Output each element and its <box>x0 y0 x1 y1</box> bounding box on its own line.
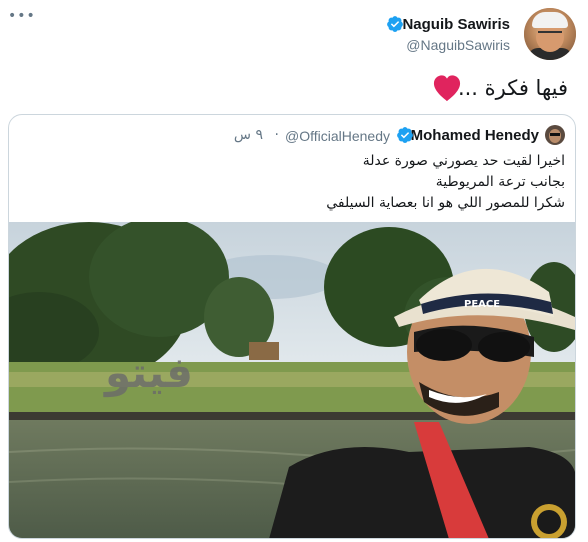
more-options-icon[interactable]: ••• <box>8 9 35 23</box>
quoted-tweet-photo[interactable]: فيتو PEACE <box>9 222 575 538</box>
red-heart-emoji-icon <box>433 75 461 102</box>
author-handle[interactable]: @NaguibSawiris <box>406 37 510 53</box>
quoted-text-line: اخيرا لقيت حد يصورني صورة عدلة <box>362 153 565 169</box>
quoted-text-line: بجانب ترعة المريوطية <box>435 174 565 190</box>
author-name[interactable]: Naguib Sawiris <box>402 16 510 33</box>
quoted-text-line: شكرا للمصور اللي هو انا بعصاية السيلفي <box>326 195 565 211</box>
quoted-tweet[interactable]: Mohamed Henedy @OfficialHenedy · ٩ س اخي… <box>8 114 576 539</box>
verified-badge-icon <box>387 16 403 32</box>
separator-dot: · <box>274 127 279 143</box>
quoted-author-handle[interactable]: @OfficialHenedy <box>285 128 390 144</box>
quoted-timestamp[interactable]: ٩ س <box>234 127 263 143</box>
tweet-text: فيها فكرة ... <box>457 76 568 100</box>
quoted-tweet-text: اخيرا لقيت حد يصورني صورة عدلة بجانب ترع… <box>326 151 565 214</box>
selfie-by-river-image: فيتو PEACE <box>9 222 575 538</box>
quoted-author-name[interactable]: Mohamed Henedy <box>411 127 539 144</box>
hat-band-text: PEACE <box>464 299 500 310</box>
photo-watermark: فيتو <box>103 348 193 398</box>
author-avatar[interactable] <box>524 8 576 60</box>
quoted-author-avatar[interactable] <box>545 125 565 145</box>
verified-badge-icon <box>397 127 413 143</box>
